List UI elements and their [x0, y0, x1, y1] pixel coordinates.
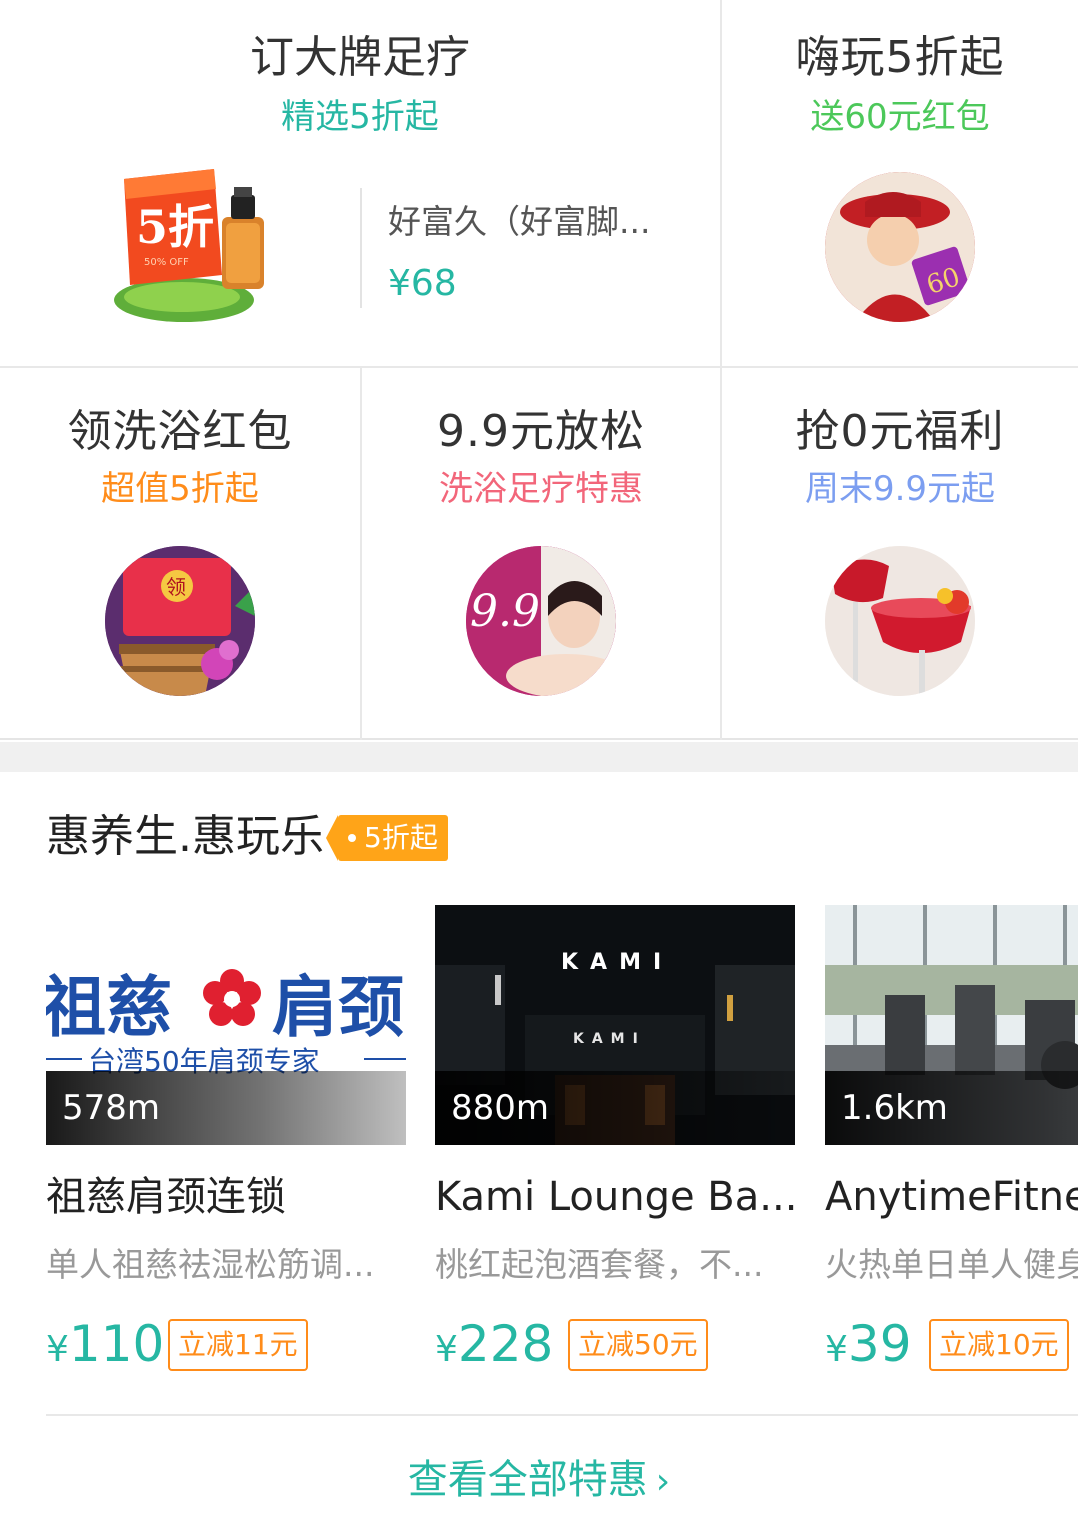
distance-label: 1.6km — [825, 1071, 1078, 1145]
discount-oil-image: 5折 50% OFF — [104, 165, 276, 325]
svg-text:肩颈: 肩颈 — [272, 969, 404, 1046]
deal-price: ¥228 — [435, 1315, 554, 1373]
deal-image: 祖慈 肩颈 台湾50年肩颈专家 578m — [46, 905, 406, 1145]
product-name: 好富久（好富脚... — [388, 202, 651, 241]
cocktail-image — [825, 546, 975, 696]
deal-price: ¥110 — [46, 1315, 165, 1373]
deal-description: 单人祖慈祛湿松筋调... — [46, 1247, 375, 1284]
deal-image: 1.6km — [825, 905, 1078, 1145]
promo-fun-discount[interactable]: 嗨玩5折起 送60元红包 60 — [722, 0, 1078, 366]
divider — [360, 188, 362, 308]
promo-foot-massage[interactable]: 订大牌足疗 精选5折起 5折 50% OFF 好富久（好富脚... ¥68 — [0, 0, 720, 366]
promo-subtitle: 送60元红包 — [810, 97, 990, 137]
promo-title: 抢0元福利 — [795, 406, 1005, 457]
promo-subtitle: 洗浴足疗特惠 — [439, 469, 643, 509]
promo-bath-red-packet[interactable]: 领洗浴红包 超值5折起 领 — [0, 368, 360, 740]
svg-text:KAMI: KAMI — [561, 950, 673, 975]
section-gap — [0, 742, 1078, 772]
svg-text:KAMI: KAMI — [573, 1031, 646, 1047]
promo-title: 嗨玩5折起 — [795, 32, 1005, 83]
svg-text:50% OFF: 50% OFF — [144, 257, 189, 268]
shop-name: Kami Lounge Ba... — [435, 1175, 795, 1219]
promo-grid: 订大牌足疗 精选5折起 5折 50% OFF 好富久（好富脚... ¥68 嗨玩… — [0, 0, 1078, 740]
promo-title: 领洗浴红包 — [67, 406, 293, 457]
deal-description: 桃红起泡酒套餐，不... — [435, 1247, 764, 1284]
promo-title: 9.9元放松 — [437, 406, 645, 457]
svg-text:祖慈: 祖慈 — [46, 969, 172, 1046]
promo-free-benefit[interactable]: 抢0元福利 周末9.9元起 — [722, 368, 1078, 740]
section-title: 惠养生.惠玩乐 — [46, 811, 324, 862]
coupon-badge: 立减50元 — [568, 1319, 708, 1371]
deal-image: KAMI KAMI 880m — [435, 905, 795, 1145]
distance-label: 578m — [46, 1071, 406, 1145]
svg-text:9.9: 9.9 — [470, 586, 540, 637]
bath-bucket-image: 领 — [105, 546, 255, 696]
svg-text:领: 领 — [166, 575, 186, 599]
deal-card[interactable]: 1.6km AnytimeFitness 火热单日单人健身 ¥39 立减10元 — [825, 905, 1078, 1385]
view-all-deals-link[interactable]: 查看全部特惠 › — [0, 1460, 1078, 1500]
promo-subtitle: 超值5折起 — [101, 469, 259, 509]
shop-name: AnytimeFitness — [825, 1175, 1078, 1219]
red-packet-lady-image: 60 — [825, 172, 975, 322]
shop-name: 祖慈肩颈连锁 — [46, 1175, 286, 1219]
product-price: ¥68 — [388, 263, 457, 304]
deal-description: 火热单日单人健身 — [825, 1247, 1078, 1284]
coupon-badge: 立减11元 — [168, 1319, 308, 1371]
spa-woman-image: 9.9 — [466, 546, 616, 696]
promo-subtitle: 周末9.9元起 — [804, 469, 996, 509]
deal-price: ¥39 — [825, 1315, 912, 1373]
tag-dot-icon — [348, 834, 356, 842]
promo-relax-9-9[interactable]: 9.9元放松 洗浴足疗特惠 9.9 — [362, 368, 720, 740]
divider — [46, 1414, 1078, 1416]
discount-tag: 5折起 — [326, 815, 448, 861]
coupon-badge: 立减10元 — [929, 1319, 1069, 1371]
promo-subtitle: 精选5折起 — [281, 97, 439, 137]
distance-label: 880m — [435, 1071, 795, 1145]
chevron-right-icon: › — [655, 1461, 671, 1502]
badge-text: 5折 — [136, 200, 214, 254]
promo-title: 订大牌足疗 — [250, 32, 470, 83]
